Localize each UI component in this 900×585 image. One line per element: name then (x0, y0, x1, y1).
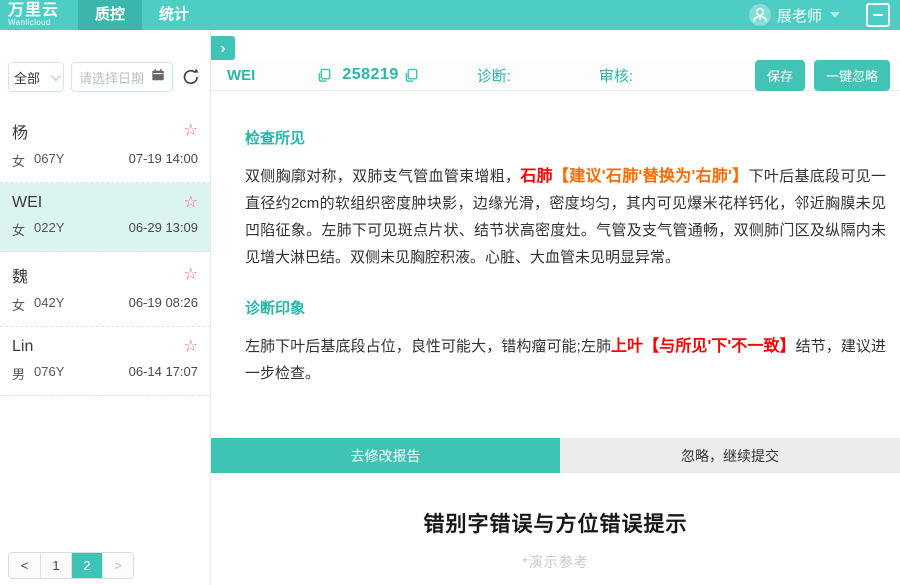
patient-time: 07-19 14:00 (129, 151, 198, 170)
patient-sidebar: 全部 请选择日期 (0, 30, 211, 585)
calendar-icon (151, 68, 165, 87)
review-label: 审核: (599, 65, 633, 86)
study-id: 258219 (342, 66, 398, 84)
minimize-button[interactable] (866, 3, 890, 27)
impression-error-term[interactable]: 上叶【与所见'下'不一致】 (611, 338, 796, 355)
modify-report-button[interactable]: 去修改报告 (211, 438, 560, 473)
patient-gender: 女 (12, 295, 25, 314)
impression-heading: 诊断印象 (245, 297, 886, 318)
patient-row-yang[interactable]: 杨 ☆ 女 067Y 07-19 14:00 (0, 108, 210, 183)
filter-dropdown[interactable]: 全部 (8, 62, 64, 92)
chevron-down-icon[interactable] (830, 12, 840, 18)
username[interactable]: 展老师 (777, 5, 822, 26)
star-icon[interactable]: ☆ (184, 123, 198, 139)
report-patient-name: WEI (227, 67, 255, 84)
pagination-page-1[interactable]: 1 (40, 553, 71, 578)
demo-footnote: *演示参考 (211, 552, 900, 572)
minimize-icon (873, 14, 883, 16)
findings-suggestion[interactable]: 【建议'石肺'替换为'右肺'】 (553, 168, 749, 185)
ignore-all-button[interactable]: 一键忽略 (814, 60, 890, 91)
star-icon[interactable]: ☆ (184, 267, 198, 283)
action-row: 去修改报告 忽略，继续提交 (211, 438, 900, 473)
patient-age: 022Y (34, 220, 64, 239)
patient-gender: 女 (12, 220, 25, 239)
diagnosis-label: 诊断: (477, 65, 511, 86)
patient-age: 076Y (34, 364, 64, 383)
patient-name: Lin (12, 338, 33, 356)
patient-row-wei2[interactable]: 魏 ☆ 女 042Y 06-19 08:26 (0, 252, 210, 327)
patient-name: 杨 (12, 119, 28, 143)
patient-time: 06-29 13:09 (129, 220, 198, 239)
demo-caption: 错别字错误与方位错误提示 (211, 508, 900, 538)
patient-row-wei-selected[interactable]: WEI ☆ 女 022Y 06-29 13:09 (0, 183, 210, 252)
patient-row-lin[interactable]: Lin ☆ 男 076Y 06-14 17:07 (0, 327, 210, 396)
collapse-sidebar-button[interactable]: › (211, 36, 235, 60)
copy-icon[interactable] (317, 68, 332, 83)
date-picker-input[interactable]: 请选择日期 (71, 62, 173, 92)
caption-area: 错别字错误与方位错误提示 *演示参考 (211, 508, 900, 572)
chevron-down-icon (51, 71, 61, 81)
tab-statistics[interactable]: 统计 (142, 0, 206, 30)
app-window: 万里云 Wanlicloud 质控 统计 展老师 全部 (0, 0, 900, 585)
impression-text: 左肺下叶后基底段占位，良性可能大，错构瘤可能;左肺上叶【与所见'下'不一致】结节… (245, 333, 886, 387)
ignore-continue-button[interactable]: 忽略，继续提交 (560, 438, 900, 473)
findings-text-before: 双侧胸廓对称，双肺支气管血管束增粗， (245, 168, 520, 185)
patient-name: 魏 (12, 263, 28, 287)
report-body: 检查所见 双侧胸廓对称，双肺支气管血管束增粗，石肺【建议'石肺'替换为'右肺'】… (211, 91, 900, 387)
patient-list: 杨 ☆ 女 067Y 07-19 14:00 WEI ☆ 女 (0, 108, 210, 396)
user-avatar-icon[interactable] (749, 4, 771, 26)
patient-time: 06-19 08:26 (129, 295, 198, 314)
patient-name: WEI (12, 194, 42, 212)
findings-error-term[interactable]: 石肺 (520, 168, 553, 185)
star-icon[interactable]: ☆ (184, 339, 198, 355)
brand-subtitle: Wanlicloud (8, 18, 78, 27)
patient-time: 06-14 17:07 (129, 364, 198, 383)
impression-text-before: 左肺下叶后基底段占位，良性可能大，错构瘤可能;左肺 (245, 338, 611, 355)
report-header: WEI 258219 诊断: 审核: 保存 一键忽略 (211, 60, 900, 91)
content-area: 全部 请选择日期 (0, 30, 900, 585)
findings-heading: 检查所见 (245, 127, 886, 148)
brand-title: 万里云 (8, 3, 78, 18)
patient-age: 067Y (34, 151, 64, 170)
top-navbar: 万里云 Wanlicloud 质控 统计 展老师 (0, 0, 900, 30)
save-button[interactable]: 保存 (755, 60, 805, 91)
report-panel: › WEI 258219 诊断: 审核: (211, 30, 900, 585)
pagination-page-2-active[interactable]: 2 (71, 553, 102, 578)
pagination-prev-button[interactable]: < (9, 553, 40, 578)
patient-gender: 女 (12, 151, 25, 170)
filter-bar: 全部 请选择日期 (0, 62, 210, 92)
filter-dropdown-value: 全部 (14, 68, 40, 87)
refresh-icon[interactable] (180, 66, 202, 88)
date-placeholder: 请选择日期 (79, 68, 151, 87)
copy-icon[interactable] (404, 68, 419, 83)
findings-text: 双侧胸廓对称，双肺支气管血管束增粗，石肺【建议'石肺'替换为'右肺'】下叶后基底… (245, 163, 886, 271)
brand-logo: 万里云 Wanlicloud (0, 0, 78, 30)
star-icon[interactable]: ☆ (184, 195, 198, 211)
pagination: < 1 2 > (8, 552, 134, 579)
pagination-next-button[interactable]: > (102, 553, 133, 578)
patient-gender: 男 (12, 364, 25, 383)
tab-quality-control[interactable]: 质控 (78, 0, 142, 30)
navbar-right: 展老师 (749, 0, 900, 30)
patient-age: 042Y (34, 295, 64, 314)
